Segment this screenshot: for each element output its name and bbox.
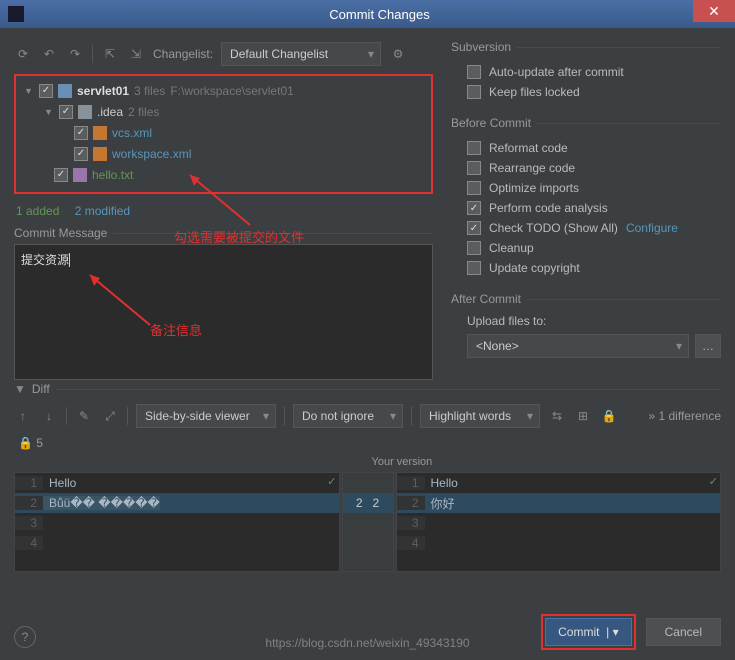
viewer-dropdown[interactable]: Side-by-side viewer — [136, 404, 276, 428]
xml-icon — [93, 147, 107, 161]
upload-dropdown[interactable]: <None> — [467, 334, 689, 358]
changelist-dropdown[interactable]: Default Changelist — [221, 42, 381, 66]
redo-icon[interactable]: ↷ — [66, 45, 84, 63]
text-icon — [73, 168, 87, 182]
rearrange-option[interactable]: Rearrange code — [451, 158, 721, 178]
after-commit-header: After Commit — [451, 292, 521, 306]
refresh-icon[interactable]: ⟳ — [14, 45, 32, 63]
upload-browse-button[interactable]: … — [695, 334, 721, 358]
module-icon — [58, 84, 72, 98]
tree-file[interactable]: hello.txt — [16, 164, 431, 185]
check-icon: ✓ — [327, 475, 336, 488]
changelist-toolbar: ⟳ ↶ ↷ ⇱ ⇲ Changelist: Default Changelist… — [14, 40, 433, 68]
auto-update-option[interactable]: Auto-update after commit — [451, 62, 721, 82]
gear-icon[interactable]: ⚙ — [389, 45, 407, 63]
subversion-header: Subversion — [451, 40, 511, 54]
folder-icon — [78, 105, 92, 119]
diff-count: 🔒 5 — [14, 436, 721, 454]
status-bar: 1 added 2 modified — [16, 204, 433, 218]
diff-right-pane[interactable]: ✓ 1Hello 2你好 3 4 — [396, 472, 722, 572]
checkbox[interactable] — [74, 147, 88, 161]
annotation-remark: 备注信息 — [150, 320, 202, 339]
close-button[interactable]: ✕ — [693, 0, 735, 22]
commit-message-input[interactable]: 提交资源 — [14, 244, 433, 380]
help-button[interactable]: ? — [14, 626, 36, 648]
collapse-icon[interactable]: ⇲ — [127, 45, 145, 63]
highlight-dropdown[interactable]: Highlight words — [420, 404, 540, 428]
changelist-label: Changelist: — [153, 47, 213, 61]
checkbox[interactable] — [59, 105, 73, 119]
tree-file[interactable]: vcs.xml — [16, 122, 431, 143]
keep-locked-option[interactable]: Keep files locked — [451, 82, 721, 102]
ignore-dropdown[interactable]: Do not ignore — [293, 404, 403, 428]
configure-link[interactable]: Configure — [626, 221, 678, 235]
title-bar: Commit Changes ✕ — [0, 0, 735, 28]
checkbox[interactable] — [54, 168, 68, 182]
undo-icon[interactable]: ↶ — [40, 45, 58, 63]
tree-root[interactable]: ▼ servlet01 3 files F:\workspace\servlet… — [16, 80, 431, 101]
lock-icon[interactable]: 🔒 — [600, 407, 618, 425]
upload-label: Upload files to: — [451, 314, 721, 328]
xml-icon — [93, 126, 107, 140]
analysis-option[interactable]: Perform code analysis — [451, 198, 721, 218]
cleanup-option[interactable]: Cleanup — [451, 238, 721, 258]
checkbox[interactable] — [74, 126, 88, 140]
before-commit-header: Before Commit — [451, 116, 531, 130]
check-icon: ✓ — [709, 475, 718, 488]
commit-button[interactable]: Commit | ▾ — [545, 618, 632, 646]
copyright-option[interactable]: Update copyright — [451, 258, 721, 278]
annotation-select: 勾选需要被提交的文件 — [174, 227, 304, 246]
watermark: https://blog.csdn.net/weixin_49343190 — [265, 636, 469, 650]
chevron-down-icon[interactable]: ▼ — [24, 86, 34, 96]
diff-header[interactable]: ▼Diff — [14, 382, 721, 396]
reformat-option[interactable]: Reformat code — [451, 138, 721, 158]
expand-icon[interactable]: ⤢ — [101, 407, 119, 425]
app-icon — [8, 6, 24, 22]
optimize-option[interactable]: Optimize imports — [451, 178, 721, 198]
file-tree: ▼ servlet01 3 files F:\workspace\servlet… — [14, 74, 433, 194]
cancel-button[interactable]: Cancel — [646, 618, 721, 646]
whitespace-icon[interactable]: ⊞ — [574, 407, 592, 425]
diff-left-pane[interactable]: ✓ 1Hello 2Bůü�� ����� 3 4 — [14, 472, 340, 572]
next-icon[interactable]: ↓ — [40, 407, 58, 425]
diff-gutter: 2 2 — [342, 472, 394, 572]
prev-icon[interactable]: ↑ — [14, 407, 32, 425]
checkbox[interactable] — [39, 84, 53, 98]
expand-icon[interactable]: ⇱ — [101, 45, 119, 63]
tree-file[interactable]: workspace.xml — [16, 143, 431, 164]
your-version-label: Your version — [364, 454, 722, 472]
todo-option[interactable]: Check TODO (Show All) Configure — [451, 218, 721, 238]
diff-toolbar: ↑ ↓ ✎ ⤢ Side-by-side viewer Do not ignor… — [14, 404, 721, 428]
edit-icon[interactable]: ✎ — [75, 407, 93, 425]
tree-folder[interactable]: ▼ .idea 2 files — [16, 101, 431, 122]
sync-scroll-icon[interactable]: ⇆ — [548, 407, 566, 425]
window-title: Commit Changes — [32, 7, 727, 22]
chevron-down-icon[interactable]: ▼ — [44, 107, 54, 117]
